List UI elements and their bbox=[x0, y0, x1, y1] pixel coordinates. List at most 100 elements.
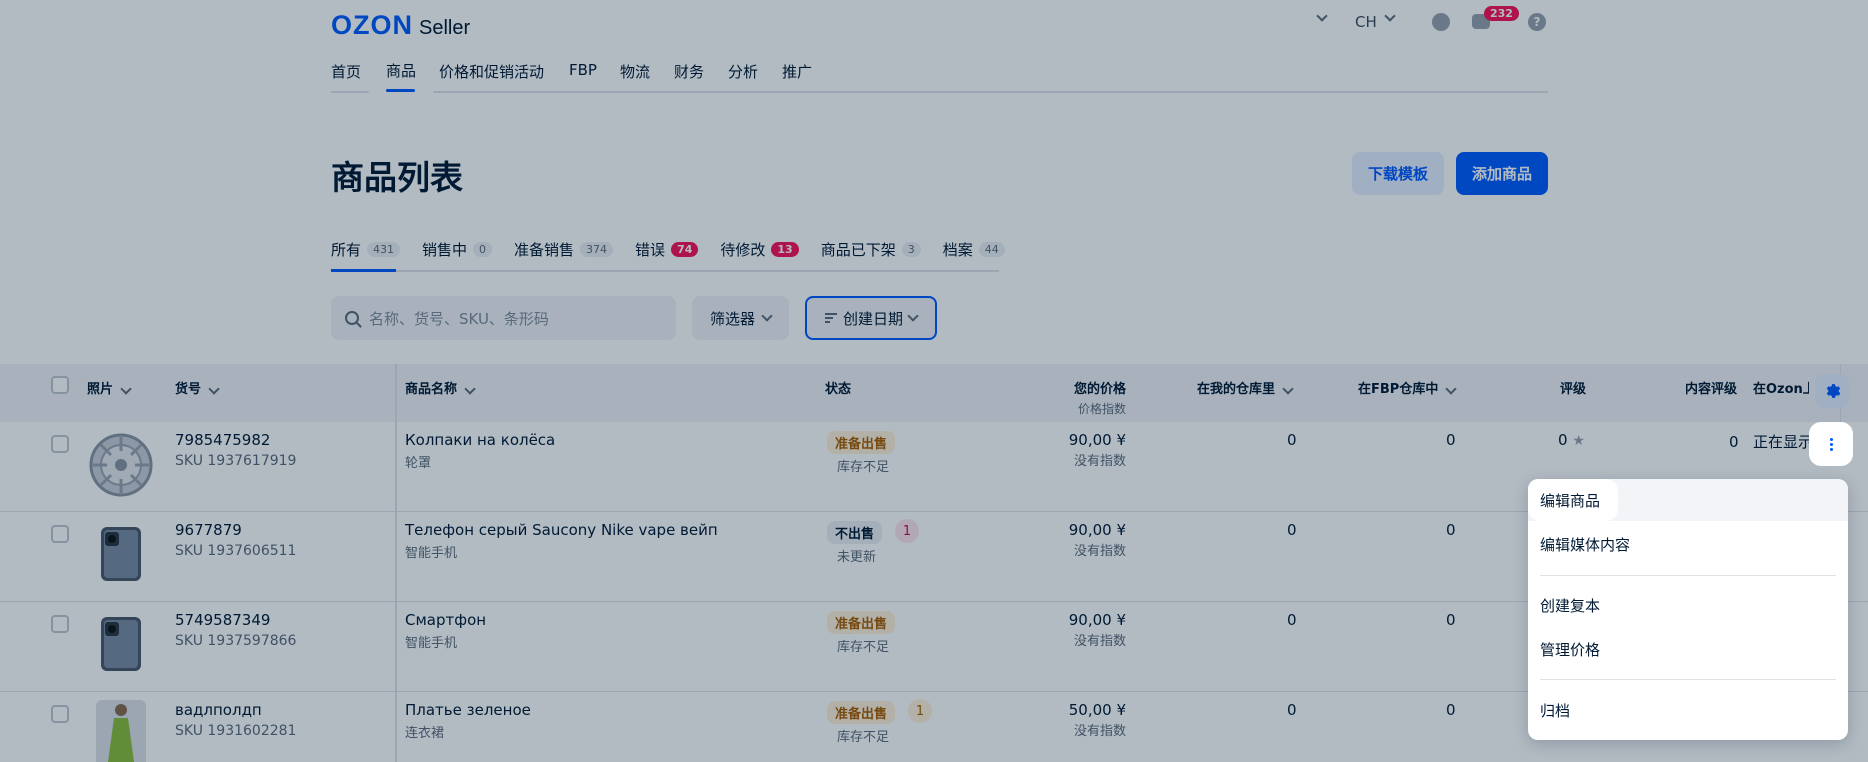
search-placeholder: 名称、货号、SKU、条形码 bbox=[369, 309, 549, 328]
sort-icon bbox=[824, 313, 837, 323]
row-actions-kebab-button[interactable] bbox=[1809, 422, 1853, 466]
filters-button[interactable]: 筛选器 bbox=[692, 296, 789, 340]
nav-item-fbp[interactable]: FBP bbox=[569, 61, 597, 79]
chevron-down-icon bbox=[761, 310, 773, 322]
tab-label: 错误 bbox=[635, 241, 666, 259]
tabs-divider bbox=[331, 270, 999, 272]
chevron-down-icon bbox=[1445, 383, 1457, 395]
profile-icon[interactable] bbox=[1432, 13, 1450, 31]
product-name[interactable]: Смартфон bbox=[405, 611, 486, 629]
tab-removed[interactable]: 商品已下架 3 bbox=[821, 239, 921, 260]
chevron-down-icon bbox=[119, 383, 132, 395]
language-switch[interactable]: CH bbox=[1355, 13, 1377, 31]
menu-item-archive[interactable]: 归档 bbox=[1540, 700, 1570, 721]
product-name[interactable]: Платье зеленое bbox=[405, 701, 531, 719]
messages-badge: 232 bbox=[1484, 6, 1519, 21]
product-category: 智能手机 bbox=[405, 636, 458, 651]
nav-item-logistics[interactable]: 物流 bbox=[620, 61, 650, 82]
status-detail: 未更新 bbox=[837, 550, 877, 565]
row-checkbox[interactable] bbox=[51, 705, 69, 723]
menu-item-manage-prices[interactable]: 管理价格 bbox=[1540, 639, 1600, 660]
nav-item-products-active[interactable]: 商品 bbox=[386, 60, 416, 81]
nav-item-promotion[interactable]: 推广 bbox=[782, 61, 812, 82]
product-photo[interactable] bbox=[89, 433, 153, 497]
article-number: 5749587349 bbox=[175, 611, 271, 629]
price: 90,00 ¥ bbox=[1068, 611, 1126, 629]
tab-count: 0 bbox=[473, 242, 493, 257]
product-photo[interactable] bbox=[97, 615, 145, 673]
price-index: 没有指数 bbox=[1073, 724, 1126, 739]
col-name[interactable]: 商品名称 bbox=[405, 378, 476, 397]
table-settings-button[interactable] bbox=[1815, 374, 1849, 408]
chevron-down-icon bbox=[207, 383, 220, 395]
col-price: 您的价格 价格指数 bbox=[1060, 378, 1126, 417]
product-photo[interactable] bbox=[96, 700, 146, 762]
dot-icon bbox=[1829, 437, 1833, 441]
price-index: 没有指数 bbox=[1073, 544, 1126, 559]
download-template-button[interactable]: 下载模板 bbox=[1352, 152, 1444, 195]
tab-count: 13 bbox=[771, 242, 799, 257]
issues-count-badge[interactable]: 1 bbox=[908, 699, 932, 723]
col-my-stock-label: 在我的仓库里 bbox=[1197, 382, 1276, 397]
select-all-checkbox[interactable] bbox=[51, 376, 69, 394]
product-photo[interactable] bbox=[97, 525, 145, 583]
content-rating-value: 0 bbox=[1729, 433, 1739, 451]
my-stock-value: 0 bbox=[1287, 701, 1297, 719]
price-index: 没有指数 bbox=[1073, 634, 1126, 649]
table-header bbox=[0, 364, 1868, 422]
issues-count-badge[interactable]: 1 bbox=[895, 519, 919, 543]
nav-divider bbox=[331, 91, 1548, 93]
help-icon[interactable]: ? bbox=[1528, 13, 1546, 31]
logo-ozon: OZON bbox=[331, 10, 413, 40]
tab-count: 431 bbox=[367, 242, 401, 257]
tab-to-fix[interactable]: 待修改 13 bbox=[720, 239, 799, 260]
article-number: 9677879 bbox=[175, 521, 242, 539]
col-photo-label: 照片 bbox=[87, 382, 114, 397]
col-rating: 评级 bbox=[1560, 382, 1587, 397]
row-actions-menu: 编辑商品 编辑媒体内容 创建复本 管理价格 归档 bbox=[1528, 479, 1848, 740]
tab-archive[interactable]: 档案 44 bbox=[943, 239, 1005, 260]
tab-ready-to-sell[interactable]: 准备销售 374 bbox=[514, 239, 614, 260]
article-number: вадлполдп bbox=[175, 701, 262, 719]
nav-item-finance[interactable]: 财务 bbox=[674, 61, 704, 82]
dot-icon bbox=[1829, 447, 1833, 451]
sku: SKU 1937597866 bbox=[175, 633, 297, 649]
store-switch-chevron-icon[interactable] bbox=[1316, 10, 1328, 22]
product-category: 智能手机 bbox=[405, 546, 458, 561]
col-name-label: 商品名称 bbox=[405, 382, 458, 397]
status-detail: 库存不足 bbox=[837, 640, 890, 655]
chevron-down-icon bbox=[1281, 383, 1294, 395]
menu-item-create-copy[interactable]: 创建复本 bbox=[1540, 595, 1600, 616]
tab-label: 所有 bbox=[331, 241, 362, 259]
tab-errors[interactable]: 错误 74 bbox=[635, 239, 699, 260]
col-photo[interactable]: 照片 bbox=[87, 378, 132, 397]
tab-count: 374 bbox=[580, 242, 614, 257]
tab-on-sale[interactable]: 销售中 0 bbox=[422, 239, 493, 260]
language-chevron-icon[interactable] bbox=[1384, 10, 1396, 22]
tab-label: 档案 bbox=[942, 241, 973, 259]
tab-all[interactable]: 所有 431 bbox=[331, 239, 401, 260]
nav-item-analytics[interactable]: 分析 bbox=[728, 61, 758, 82]
nav-item-home[interactable]: 首页 bbox=[331, 61, 361, 82]
search-field[interactable]: 名称、货号、SKU、条形码 bbox=[331, 296, 676, 340]
col-fbp-stock[interactable]: 在FBP仓库中 bbox=[1358, 378, 1457, 397]
status-badge: 不出售 bbox=[827, 521, 883, 544]
status-detail: 库存不足 bbox=[837, 460, 890, 475]
menu-item-edit-product[interactable]: 编辑商品 bbox=[1540, 490, 1600, 511]
col-article[interactable]: 货号 bbox=[175, 378, 220, 397]
row-checkbox[interactable] bbox=[51, 525, 69, 543]
product-name[interactable]: Телефон серый Saucony Nike vape вейп bbox=[405, 521, 718, 539]
nav-item-prices-promotions[interactable]: 价格和促销活动 bbox=[439, 61, 544, 82]
row-checkbox[interactable] bbox=[51, 435, 69, 453]
row-checkbox[interactable] bbox=[51, 615, 69, 633]
sort-by-date-button[interactable]: 创建日期 bbox=[805, 296, 937, 340]
menu-item-edit-media[interactable]: 编辑媒体内容 bbox=[1540, 534, 1630, 555]
status-badge: 准备出售 bbox=[827, 611, 896, 634]
ozon-seller-logo[interactable]: OZON Seller bbox=[331, 10, 470, 41]
col-my-stock[interactable]: 在我的仓库里 bbox=[1197, 378, 1294, 397]
filters-label: 筛选器 bbox=[709, 309, 755, 328]
add-product-button[interactable]: 添加商品 bbox=[1456, 152, 1548, 195]
fbp-stock-value: 0 bbox=[1446, 611, 1456, 629]
product-name[interactable]: Колпаки на колёса bbox=[405, 431, 555, 449]
dress-image bbox=[96, 700, 146, 762]
